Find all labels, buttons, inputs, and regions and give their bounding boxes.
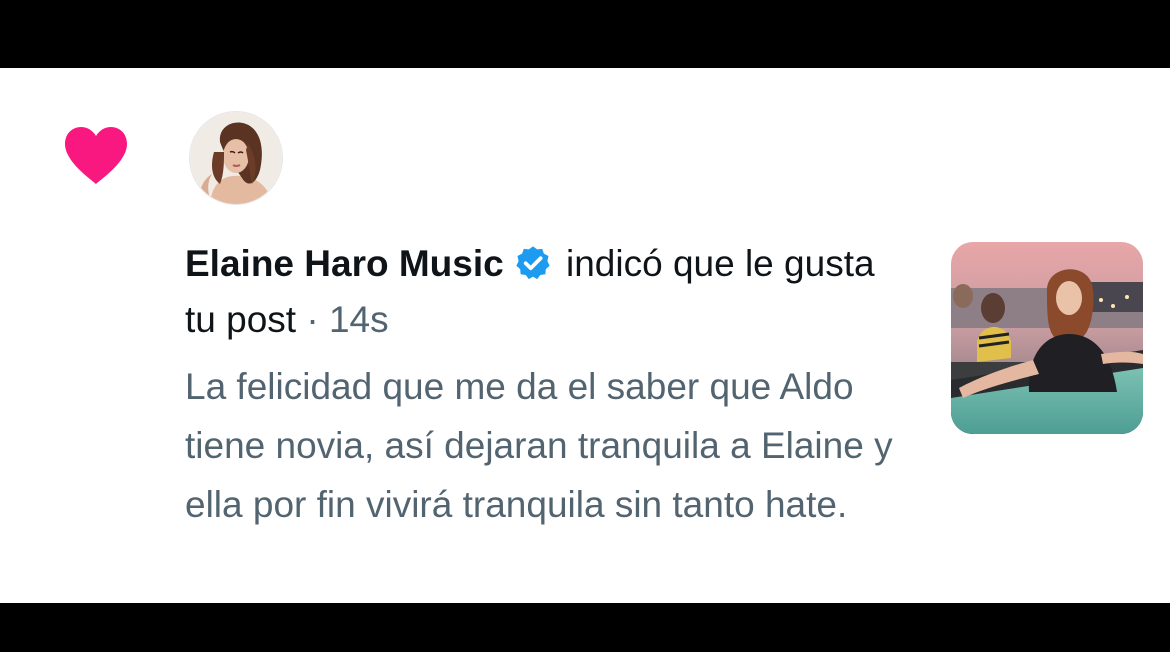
letterbox-bottom — [0, 603, 1170, 652]
separator-dot: · — [296, 299, 329, 340]
author-avatar[interactable] — [190, 112, 282, 204]
heart-icon — [65, 127, 127, 184]
timestamp: 14s — [328, 299, 389, 340]
avatar-image — [190, 112, 282, 204]
post-text[interactable]: La felicidad que me da el saber que Aldo… — [185, 357, 915, 534]
author-name[interactable]: Elaine Haro Music — [185, 243, 504, 284]
thumbnail-image — [951, 242, 1143, 434]
media-thumbnail[interactable] — [951, 242, 1143, 434]
verified-badge-icon — [516, 246, 550, 280]
notification-headline: Elaine Haro Music indicó que le gusta tu… — [185, 236, 905, 348]
letterbox-top — [0, 0, 1170, 68]
screen: Elaine Haro Music indicó que le gusta tu… — [0, 0, 1170, 652]
